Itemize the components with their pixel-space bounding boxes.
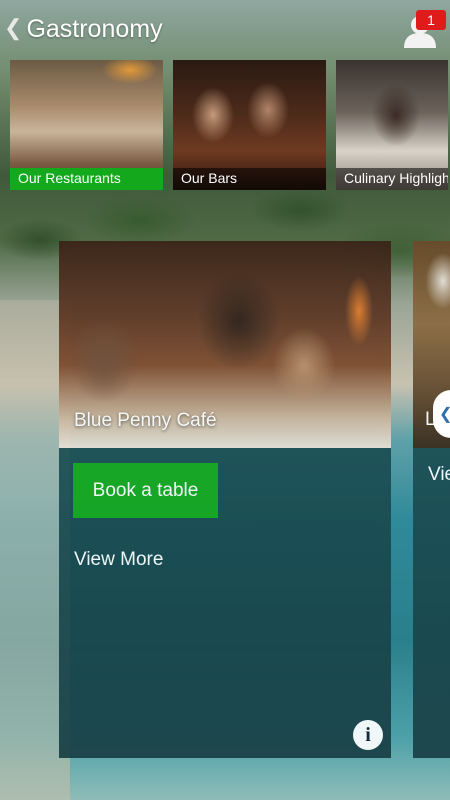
notification-badge: 1 bbox=[416, 10, 446, 30]
profile-button[interactable]: 1 bbox=[402, 8, 446, 48]
info-icon[interactable]: i bbox=[353, 720, 383, 750]
view-more-link[interactable]: Vie bbox=[428, 464, 450, 486]
category-our-bars[interactable]: Our Bars bbox=[173, 60, 326, 190]
back-button[interactable]: ❮ Gastronomy bbox=[4, 15, 163, 44]
restaurant-photo: Blue Penny Café bbox=[59, 241, 391, 448]
category-strip: Our Restaurants Our Bars Culinary Highli… bbox=[10, 60, 448, 190]
app-header: ❮ Gastronomy 1 bbox=[0, 0, 450, 58]
restaurant-card[interactable]: Blue Penny Café Book a table View More i bbox=[59, 241, 391, 758]
restaurant-name: Blue Penny Café bbox=[74, 410, 217, 431]
category-label: Our Bars bbox=[173, 168, 326, 190]
category-our-restaurants[interactable]: Our Restaurants bbox=[10, 60, 163, 190]
view-more-link[interactable]: View More bbox=[74, 549, 163, 571]
book-table-button[interactable]: Book a table bbox=[73, 463, 218, 518]
chevron-left-icon: ❮ bbox=[4, 15, 23, 40]
category-culinary-highlights[interactable]: Culinary Highlights bbox=[336, 60, 448, 190]
category-label: Culinary Highlights bbox=[336, 168, 448, 190]
chevron-left-icon: ❮ bbox=[439, 404, 450, 424]
page-title: Gastronomy bbox=[26, 14, 163, 43]
category-label: Our Restaurants bbox=[10, 168, 163, 190]
restaurant-card-next[interactable]: L Vie bbox=[413, 241, 450, 758]
